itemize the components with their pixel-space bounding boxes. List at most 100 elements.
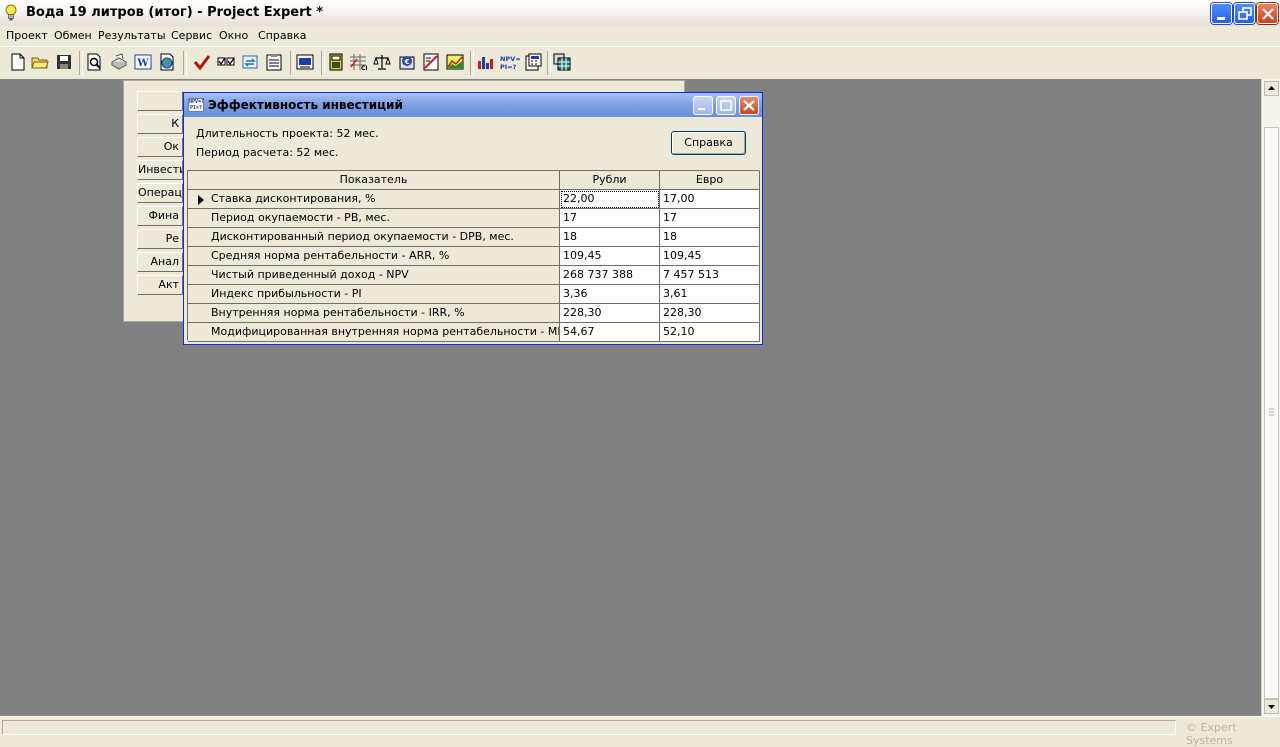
scroll-up-button[interactable] xyxy=(1264,81,1279,96)
calculator-icon[interactable] xyxy=(524,53,542,71)
nav-button-analysis[interactable]: Анал xyxy=(137,252,183,272)
row-label: Чистый приведенный доход - NPV xyxy=(188,266,560,285)
svg-text:CF: CF xyxy=(361,65,367,71)
row-label: Период окупаемости - PB, мес. xyxy=(188,209,560,228)
cell-eur[interactable]: 109,45 xyxy=(660,247,760,266)
dialog-minimize-button[interactable] xyxy=(693,96,713,115)
help-button[interactable]: Справка xyxy=(671,131,746,155)
table-row[interactable]: Чистый приведенный доход - NPV 268 737 3… xyxy=(188,266,760,285)
toolbar: W CF € NPV=?PI=? xyxy=(0,46,1280,80)
cell-eur[interactable]: 17,00 xyxy=(660,190,760,209)
scroll-down-button[interactable] xyxy=(1264,699,1279,714)
close-icon xyxy=(743,100,755,111)
grip-icon xyxy=(1269,408,1274,416)
cell-rub[interactable]: 3,36 xyxy=(560,285,660,304)
table-row[interactable]: Внутренняя норма рентабельности - IRR, %… xyxy=(188,304,760,323)
menu-help[interactable]: Справка xyxy=(258,29,306,42)
table-row[interactable]: Период окупаемости - PB, мес. 17 17 xyxy=(188,209,760,228)
copyright-text: © Expert Systems xyxy=(1186,721,1237,747)
cell-rub[interactable]: 109,45 xyxy=(560,247,660,266)
svg-text:NPV=?: NPV=? xyxy=(500,55,521,63)
table-icon[interactable] xyxy=(327,53,345,71)
row-label: Дисконтированный период окупаемости - DP… xyxy=(188,228,560,247)
svg-text:W: W xyxy=(136,58,149,69)
dialog-maximize-button[interactable] xyxy=(716,96,736,115)
menu-exchange[interactable]: Обмен xyxy=(54,29,92,42)
clipboard-list-icon[interactable] xyxy=(265,53,283,71)
nav-button-financing[interactable]: Фина xyxy=(137,206,183,226)
arrow-down-icon xyxy=(1268,705,1275,709)
dialog-close-button[interactable] xyxy=(739,96,759,115)
lightbulb-icon xyxy=(5,4,17,21)
table-row[interactable]: Индекс прибыльности - PI 3,36 3,61 xyxy=(188,285,760,304)
maximize-icon xyxy=(720,100,732,111)
vertical-scrollbar[interactable] xyxy=(1261,79,1280,716)
row-label: Модифицированная внутренняя норма рентаб… xyxy=(188,323,560,342)
svg-text:€: € xyxy=(404,58,410,66)
nav-button-0[interactable] xyxy=(137,91,183,111)
cell-rub[interactable]: 54,67 xyxy=(560,323,660,342)
cell-rub[interactable]: 268 737 388 xyxy=(560,266,660,285)
table-row[interactable]: Средняя норма рентабельности - ARR, % 10… xyxy=(188,247,760,266)
open-folder-icon[interactable] xyxy=(31,53,49,71)
cash-flow-icon[interactable]: CF xyxy=(349,53,367,71)
efficiency-table: Показатель Рубли Евро Ставка дисконтиров… xyxy=(187,170,760,342)
menu-project[interactable]: Проект xyxy=(6,29,48,42)
chart-icon[interactable] xyxy=(422,53,440,71)
nav-button-operations[interactable]: Операц xyxy=(137,183,183,203)
cell-rub[interactable]: 22,00 xyxy=(560,190,660,209)
cell-rub[interactable]: 17 xyxy=(560,209,660,228)
cell-rub[interactable]: 228,30 xyxy=(560,304,660,323)
checkbox-list-icon[interactable] xyxy=(217,53,235,71)
save-icon[interactable] xyxy=(55,53,73,71)
scroll-thumb[interactable] xyxy=(1264,127,1279,699)
project-duration-text: Длительность проекта: 52 мес. xyxy=(196,127,379,140)
column-header-rub[interactable]: Рубли xyxy=(560,171,660,190)
table-row[interactable]: Дисконтированный период окупаемости - DP… xyxy=(188,228,760,247)
arrow-up-icon xyxy=(1268,86,1275,90)
bar-chart-icon[interactable] xyxy=(476,53,494,71)
cell-eur[interactable]: 3,61 xyxy=(660,285,760,304)
word-export-icon[interactable]: W xyxy=(134,53,152,71)
web-export-icon[interactable] xyxy=(158,53,176,71)
close-button[interactable] xyxy=(1257,3,1278,24)
restore-button[interactable] xyxy=(1234,3,1255,24)
cell-eur[interactable]: 18 xyxy=(660,228,760,247)
nav-button-environment[interactable]: Ок xyxy=(137,137,183,157)
new-document-icon[interactable] xyxy=(9,53,27,71)
print-preview-icon[interactable] xyxy=(85,53,103,71)
nav-button-investment[interactable]: Инвести xyxy=(137,160,183,180)
nav-button-company[interactable]: К xyxy=(137,114,183,134)
table-row[interactable]: Ставка дисконтирования, % 22,00 17,00 xyxy=(188,190,760,209)
scales-icon[interactable] xyxy=(373,53,391,71)
print-icon[interactable] xyxy=(110,53,128,71)
data-grid-icon[interactable] xyxy=(553,53,571,71)
window-title: Вода 19 литров (итог) - Project Expert * xyxy=(26,5,324,20)
status-bar: © Expert Systems xyxy=(0,716,1280,747)
cell-eur[interactable]: 52,10 xyxy=(660,323,760,342)
column-header-eur[interactable]: Евро xyxy=(660,171,760,190)
refresh-icon[interactable] xyxy=(241,53,259,71)
column-header-indicator[interactable]: Показатель xyxy=(188,171,560,190)
row-label: Индекс прибыльности - PI xyxy=(188,285,560,304)
dialog-title-bar[interactable]: NPV=? PI=? Эффективность инвестиций xyxy=(184,93,762,117)
check-icon[interactable] xyxy=(193,53,211,71)
nav-button-results[interactable]: Ре xyxy=(137,229,183,249)
cell-eur[interactable]: 7 457 513 xyxy=(660,266,760,285)
menu-service[interactable]: Сервис xyxy=(171,29,212,42)
dialog-title: Эффективность инвестиций xyxy=(208,98,403,112)
currency-icon[interactable]: € xyxy=(398,53,416,71)
report-icon[interactable] xyxy=(296,53,314,71)
cell-eur[interactable]: 17 xyxy=(660,209,760,228)
menu-window[interactable]: Окно xyxy=(219,29,248,42)
title-bar: Вода 19 литров (итог) - Project Expert * xyxy=(0,0,1280,27)
npv-pi-icon[interactable]: NPV=?PI=? xyxy=(499,53,521,71)
nav-button-actualization[interactable]: Акт xyxy=(137,275,183,295)
minimize-button[interactable] xyxy=(1211,3,1232,24)
cell-eur[interactable]: 228,30 xyxy=(660,304,760,323)
table-row[interactable]: Модифицированная внутренняя норма рентаб… xyxy=(188,323,760,342)
graph-icon[interactable] xyxy=(446,53,464,71)
close-icon xyxy=(1262,8,1274,20)
cell-rub[interactable]: 18 xyxy=(560,228,660,247)
menu-results[interactable]: Результаты xyxy=(98,29,166,42)
